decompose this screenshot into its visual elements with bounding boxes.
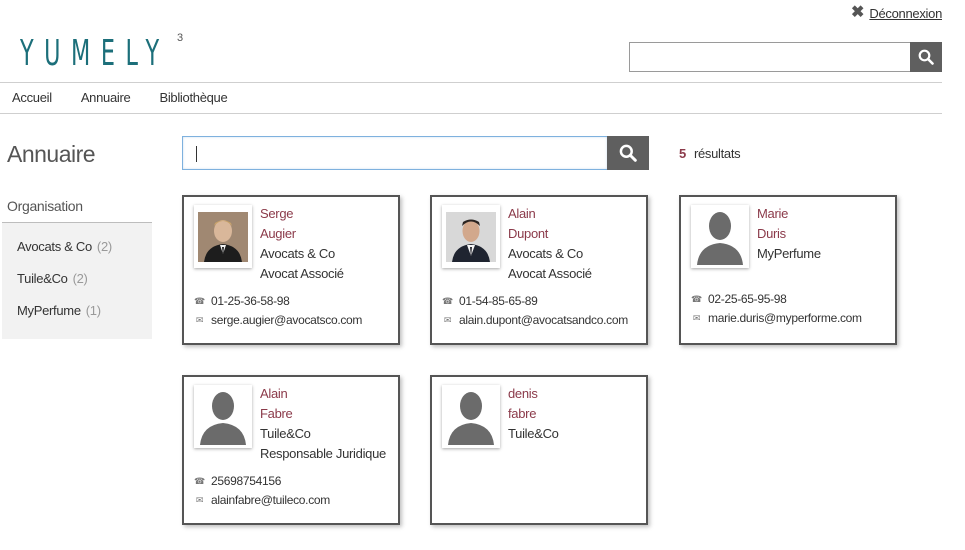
contact-photo bbox=[194, 205, 252, 268]
directory-search-button[interactable] bbox=[607, 136, 649, 170]
page-title: Annuaire bbox=[7, 141, 96, 167]
nav-divider bbox=[0, 113, 942, 114]
phone-icon: ☎ bbox=[194, 476, 205, 486]
logout-link[interactable]: ✖ Déconnexion bbox=[851, 5, 942, 21]
global-search-button[interactable] bbox=[910, 42, 942, 72]
phone-icon: ☎ bbox=[691, 294, 702, 304]
logo-text: YUMELY bbox=[20, 33, 170, 74]
contact-photo bbox=[691, 205, 749, 268]
org-filter-item[interactable]: Avocats & Co (2) bbox=[17, 239, 112, 254]
main-nav: Accueil Annuaire Bibliothèque bbox=[12, 90, 228, 105]
results-label: résultats bbox=[693, 146, 741, 161]
contact-first-name[interactable]: Marie bbox=[757, 204, 821, 224]
phone-icon: ☎ bbox=[194, 296, 205, 306]
contact-photo bbox=[194, 385, 252, 448]
org-filter-count: (2) bbox=[96, 239, 112, 254]
contact-organisation: Avocats & Co bbox=[260, 246, 335, 261]
org-filter-item[interactable]: MyPerfume (1) bbox=[17, 303, 101, 318]
contact-info: Serge Augier Avocats & Co Avocat Associé bbox=[260, 204, 344, 284]
contact-card[interactable]: Marie Duris MyPerfume ☎ 02-25-65-95-98 ✉ m… bbox=[679, 195, 897, 345]
contact-last-name[interactable]: Duris bbox=[757, 224, 821, 244]
avatar-placeholder-icon bbox=[200, 391, 246, 445]
avatar-placeholder-icon bbox=[448, 391, 494, 445]
contact-card[interactable]: Alain Dupont Avocats & Co Avocat Associé… bbox=[430, 195, 648, 345]
contact-email[interactable]: marie.duris@myperforme.com bbox=[708, 309, 862, 328]
contact-last-name[interactable]: fabre bbox=[508, 404, 559, 424]
org-filter-label: MyPerfume bbox=[17, 303, 81, 318]
contact-card[interactable]: Alain Fabre Tuile&Co Responsable Juridiq… bbox=[182, 375, 400, 525]
search-icon bbox=[918, 49, 934, 65]
text-cursor bbox=[196, 146, 197, 162]
contact-role: Avocat Associé bbox=[260, 266, 344, 281]
contact-organisation: Tuile&Co bbox=[260, 426, 311, 441]
contact-card[interactable]: Serge Augier Avocats & Co Avocat Associé… bbox=[182, 195, 400, 345]
contact-card[interactable]: denis fabre Tuile&Co bbox=[430, 375, 648, 525]
results-count: 5 résultats bbox=[679, 146, 741, 161]
global-search-input[interactable] bbox=[629, 42, 910, 72]
contact-first-name[interactable]: Alain bbox=[260, 384, 386, 404]
mail-icon: ✉ bbox=[195, 315, 204, 325]
contact-first-name[interactable]: Serge bbox=[260, 204, 344, 224]
contact-last-name[interactable]: Augier bbox=[260, 224, 344, 244]
app-logo[interactable]: YUMELY 3 bbox=[20, 32, 183, 74]
contact-organisation: Avocats & Co bbox=[508, 246, 583, 261]
contact-details: ☎ 01-54-85-65-89 ✉ alain.dupont@avocatsand… bbox=[442, 292, 628, 330]
directory-search-input[interactable] bbox=[182, 136, 607, 170]
contact-info: Alain Fabre Tuile&Co Responsable Juridiq… bbox=[260, 384, 386, 464]
man-photo-icon bbox=[446, 211, 496, 262]
contact-last-name[interactable]: Fabre bbox=[260, 404, 386, 424]
global-search bbox=[629, 42, 942, 72]
logout-label[interactable]: Déconnexion bbox=[869, 6, 942, 21]
directory-search bbox=[182, 136, 649, 170]
man-photo-icon bbox=[198, 211, 248, 262]
contact-organisation: Tuile&Co bbox=[508, 426, 559, 441]
contact-organisation: MyPerfume bbox=[757, 246, 821, 261]
mail-icon: ✉ bbox=[443, 315, 452, 325]
contact-info: Marie Duris MyPerfume bbox=[757, 204, 821, 264]
contact-info: denis fabre Tuile&Co bbox=[508, 384, 559, 444]
close-icon: ✖ bbox=[851, 4, 865, 21]
results-number: 5 bbox=[679, 146, 686, 161]
nav-item-annuaire[interactable]: Annuaire bbox=[81, 90, 131, 105]
search-icon bbox=[619, 144, 637, 162]
contact-email[interactable]: alain.dupont@avocatsandco.com bbox=[459, 311, 628, 330]
organisation-filter-list: Avocats & Co (2) Tuile&Co (2) MyPerfume (1) bbox=[2, 222, 152, 339]
phone-icon: ☎ bbox=[442, 296, 453, 306]
mail-icon: ✉ bbox=[195, 495, 204, 505]
nav-item-bibliotheque[interactable]: Bibliothèque bbox=[159, 90, 227, 105]
mail-icon: ✉ bbox=[692, 313, 701, 323]
contact-last-name[interactable]: Dupont bbox=[508, 224, 592, 244]
contact-email[interactable]: alainfabre@tuileco.com bbox=[211, 491, 330, 510]
organisation-filter-title: Organisation bbox=[7, 198, 83, 214]
contact-role: Avocat Associé bbox=[508, 266, 592, 281]
org-filter-label: Tuile&Co bbox=[17, 271, 68, 286]
contact-first-name[interactable]: denis bbox=[508, 384, 559, 404]
contact-details: ☎ 01-25-36-58-98 ✉ serge.augier@avocatsco.… bbox=[194, 292, 362, 330]
contact-photo bbox=[442, 385, 500, 448]
contact-phone: 25698754156 bbox=[211, 474, 282, 488]
org-filter-count: (1) bbox=[85, 303, 101, 318]
org-filter-item[interactable]: Tuile&Co (2) bbox=[17, 271, 88, 286]
org-filter-count: (2) bbox=[72, 271, 88, 286]
nav-item-accueil[interactable]: Accueil bbox=[12, 90, 52, 105]
contact-phone: 01-25-36-58-98 bbox=[211, 294, 290, 308]
contact-info: Alain Dupont Avocats & Co Avocat Associé bbox=[508, 204, 592, 284]
org-filter-label: Avocats & Co bbox=[17, 239, 92, 254]
contact-phone: 01-54-85-65-89 bbox=[459, 294, 538, 308]
contact-photo bbox=[442, 205, 500, 268]
contact-phone: 02-25-65-95-98 bbox=[708, 292, 787, 306]
logo-version: 3 bbox=[177, 32, 184, 44]
contact-details: ☎ 25698754156 ✉ alainfabre@tuileco.com bbox=[194, 472, 330, 510]
contact-email[interactable]: serge.augier@avocatsco.com bbox=[211, 311, 362, 330]
contact-first-name[interactable]: Alain bbox=[508, 204, 592, 224]
avatar-placeholder-icon bbox=[697, 211, 743, 265]
contact-details: ☎ 02-25-65-95-98 ✉ marie.duris@myperforme.… bbox=[691, 290, 862, 328]
contact-role: Responsable Juridique bbox=[260, 446, 386, 461]
header-divider bbox=[0, 82, 942, 83]
